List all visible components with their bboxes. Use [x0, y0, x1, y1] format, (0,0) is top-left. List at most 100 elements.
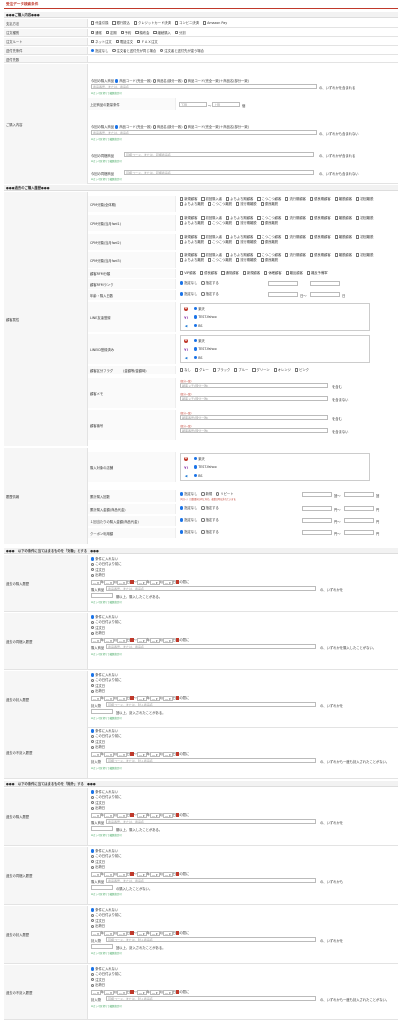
checkbox-icon[interactable]: [226, 197, 230, 201]
checkbox-icon[interactable]: [257, 235, 261, 239]
cpm-option[interactable]: 初回離脱: [356, 216, 373, 221]
ec-option[interactable]: 楽天: [194, 457, 205, 462]
year-select[interactable]: --- ▾: [91, 930, 101, 936]
checkbox-icon[interactable]: [91, 30, 95, 35]
radio-icon[interactable]: [180, 281, 184, 285]
month-select[interactable]: --- ▾: [149, 989, 160, 995]
checkbox-icon[interactable]: [356, 235, 360, 239]
radio-icon[interactable]: [91, 978, 95, 982]
include-0-count-input[interactable]: [91, 593, 113, 598]
checkbox-icon[interactable]: [235, 202, 240, 206]
memo-input[interactable]: 顧客メモ(部分一致): [180, 383, 328, 388]
exclude-2-count-input[interactable]: [91, 944, 113, 949]
checkbox-icon[interactable]: [309, 253, 314, 257]
radio-icon[interactable]: [91, 626, 95, 630]
limit-to-input[interactable]: 上限: [212, 102, 240, 107]
radio-icon[interactable]: [91, 673, 95, 677]
checkbox-icon[interactable]: [334, 253, 338, 257]
radio-icon[interactable]: [91, 689, 95, 693]
radio-icon[interactable]: [201, 492, 205, 496]
avg-amount-from-input[interactable]: [302, 518, 332, 523]
bundle-exclude-input[interactable]: 同梱コード、または、同梱商品名: [124, 170, 314, 175]
day-select[interactable]: --- ▾: [117, 695, 127, 701]
checkbox-icon[interactable]: [257, 253, 261, 257]
payment-option[interactable]: 銀行振込: [112, 21, 130, 26]
rfm-rank-from-input[interactable]: [268, 281, 298, 286]
radio-icon[interactable]: [91, 924, 95, 928]
checkbox-icon[interactable]: [207, 258, 212, 262]
month-select[interactable]: --- ▾: [149, 579, 160, 585]
radio-icon[interactable]: [91, 972, 95, 976]
ec-option[interactable]: BS: [194, 324, 202, 329]
exclude-0-count-input[interactable]: [91, 826, 113, 831]
radio-icon[interactable]: [91, 967, 95, 971]
include-2-target-input[interactable]: 同梱コード、または、封入商品名: [106, 702, 316, 707]
radio-icon[interactable]: [194, 315, 198, 319]
delivery-option[interactable]: 注文者と送付先が違う場合: [160, 49, 204, 54]
rfm-rank-option[interactable]: 指定する: [201, 281, 219, 286]
radio-icon[interactable]: [91, 562, 95, 566]
checkbox-icon[interactable]: [226, 253, 230, 257]
year-select[interactable]: --- ▾: [91, 871, 101, 877]
buy-amount-option[interactable]: 指定なし: [180, 506, 197, 511]
checkbox-icon[interactable]: [207, 202, 212, 206]
cpm-option[interactable]: 流行期離脱: [235, 258, 257, 263]
year-select[interactable]: --- ▾: [136, 989, 147, 995]
checkbox-icon[interactable]: [260, 202, 264, 206]
checkbox-icon[interactable]: [212, 368, 217, 372]
day-select[interactable]: --- ▾: [162, 695, 173, 701]
cpm-option[interactable]: こつこつ離脱: [207, 202, 232, 207]
rfm-option[interactable]: 離反予備軍: [306, 271, 328, 276]
checkbox-icon[interactable]: [180, 216, 184, 220]
checkbox-icon[interactable]: [120, 30, 124, 35]
cpm-option[interactable]: こつこつ離脱: [207, 258, 232, 263]
cpm-option[interactable]: よちよち離脱: [180, 258, 204, 263]
checkbox-icon[interactable]: [153, 30, 157, 35]
day-select[interactable]: --- ▾: [162, 989, 173, 995]
order-type-option[interactable]: 予約: [120, 30, 131, 36]
exclude-1-count-input[interactable]: [91, 885, 113, 890]
checkbox-icon[interactable]: [309, 216, 314, 220]
day-select[interactable]: --- ▾: [117, 871, 127, 877]
rfm-rank-option[interactable]: 指定なし: [180, 281, 197, 286]
buy-count-from-input[interactable]: [302, 492, 332, 497]
month-select[interactable]: --- ▾: [104, 751, 114, 757]
radio-icon[interactable]: [91, 745, 95, 749]
day-select[interactable]: --- ▾: [117, 751, 127, 757]
year-select[interactable]: --- ▾: [91, 637, 101, 643]
checkbox-icon[interactable]: [226, 235, 230, 239]
radio-icon[interactable]: [201, 506, 205, 510]
buy-amount-to-input[interactable]: [344, 506, 374, 511]
mode-option[interactable]: 出荷日: [91, 631, 171, 636]
include-0-target-input[interactable]: 商品番号、または、商品名: [106, 586, 316, 591]
rfm-option[interactable]: 通常顧客: [221, 271, 239, 276]
checkbox-icon[interactable]: [174, 21, 179, 25]
radio-icon[interactable]: [180, 492, 184, 496]
limit-from-input[interactable]: 下限: [179, 102, 207, 107]
checkbox-icon[interactable]: [226, 216, 230, 220]
ec-option[interactable]: TEST-Yahoo: [194, 315, 217, 320]
ec-option[interactable]: TEST-Yahoo: [194, 465, 217, 470]
ec-option[interactable]: 楽天: [194, 307, 205, 312]
year-select[interactable]: --- ▾: [136, 579, 147, 585]
radio-icon[interactable]: [91, 620, 95, 624]
checkbox-icon[interactable]: [201, 253, 205, 257]
checkbox-icon[interactable]: [201, 216, 205, 220]
checkbox-icon[interactable]: [201, 197, 205, 201]
cpm-option[interactable]: 優良離脱: [260, 240, 278, 245]
exclude-2-target-input[interactable]: 同梱コード、または、封入商品名: [106, 937, 316, 942]
radio-icon[interactable]: [91, 678, 95, 682]
checkbox-icon[interactable]: [334, 197, 338, 201]
order-type-option[interactable]: 継続購入: [153, 30, 171, 36]
day-select[interactable]: --- ▾: [162, 812, 173, 818]
cpm-option[interactable]: 離脱顧客: [334, 216, 352, 221]
year-select[interactable]: --- ▾: [91, 751, 101, 757]
checkbox-icon[interactable]: [242, 271, 246, 275]
rfm-option[interactable]: 優良顧客: [200, 271, 217, 276]
checkbox-icon[interactable]: [180, 271, 184, 275]
radio-icon[interactable]: [201, 518, 205, 522]
cpm-option[interactable]: 初回離脱: [356, 197, 373, 202]
exclude-0-target-input[interactable]: 商品番号、または、商品名: [106, 819, 316, 824]
radio-icon[interactable]: [112, 48, 116, 53]
cpm-option[interactable]: よちよち離脱: [180, 202, 204, 207]
